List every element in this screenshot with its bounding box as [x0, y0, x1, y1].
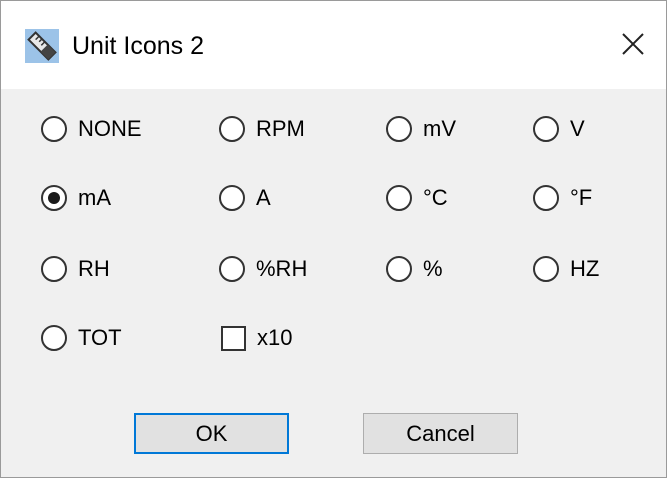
option-label: °C: [423, 185, 448, 210]
option-label: RPM: [256, 116, 305, 141]
radio-button[interactable]: [41, 256, 67, 282]
option-label: RH: [78, 256, 110, 281]
option-label: %RH: [256, 256, 308, 281]
option-label: TOT: [78, 325, 122, 350]
radio-option-tot[interactable]: TOT: [41, 321, 122, 355]
radio-button[interactable]: [533, 185, 559, 211]
radio-button[interactable]: [533, 256, 559, 282]
radio-button[interactable]: [386, 116, 412, 142]
checkbox[interactable]: [221, 325, 246, 351]
radio-button[interactable]: [41, 325, 67, 351]
window-title: Unit Icons 2: [72, 32, 205, 60]
option-label: V: [570, 116, 585, 141]
option-label: NONE: [78, 116, 142, 141]
radio-option-v[interactable]: V: [533, 112, 585, 146]
close-button[interactable]: [600, 13, 666, 79]
radio-button[interactable]: [386, 256, 412, 282]
radio-button[interactable]: [219, 256, 245, 282]
option-label: A: [256, 185, 271, 210]
radio-option-hz[interactable]: HZ: [533, 252, 599, 286]
radio-button-selected[interactable]: [41, 185, 67, 211]
radio-option-fahrenheit[interactable]: °F: [533, 181, 592, 215]
option-label: HZ: [570, 256, 600, 281]
ruler-icon: [24, 28, 60, 64]
radio-button[interactable]: [386, 185, 412, 211]
unit-icons-dialog: Unit Icons 2 NONE RPM mV V mA A °C °F RH…: [0, 0, 667, 478]
option-label: mA: [78, 185, 111, 210]
radio-option-rpm[interactable]: RPM: [219, 112, 305, 146]
option-label: %: [423, 256, 443, 281]
radio-button[interactable]: [219, 116, 245, 142]
option-label: x10: [257, 325, 293, 350]
close-icon: [621, 32, 645, 61]
checkbox-option-x10[interactable]: x10: [221, 321, 292, 355]
radio-option-percent[interactable]: %: [386, 252, 443, 286]
radio-option-celsius[interactable]: °C: [386, 181, 448, 215]
radio-button[interactable]: [41, 116, 67, 142]
radio-option-none[interactable]: NONE: [41, 112, 142, 146]
ok-button[interactable]: OK: [134, 413, 289, 454]
option-label: °F: [570, 185, 593, 210]
radio-option-mv[interactable]: mV: [386, 112, 456, 146]
radio-button[interactable]: [219, 185, 245, 211]
radio-option-ma[interactable]: mA: [41, 181, 111, 215]
option-label: mV: [423, 116, 456, 141]
radio-option-rh[interactable]: RH: [41, 252, 110, 286]
title-bar: Unit Icons 2: [1, 1, 666, 89]
radio-button[interactable]: [533, 116, 559, 142]
cancel-button[interactable]: Cancel: [363, 413, 518, 454]
radio-option-percent-rh[interactable]: %RH: [219, 252, 307, 286]
radio-option-a[interactable]: A: [219, 181, 271, 215]
